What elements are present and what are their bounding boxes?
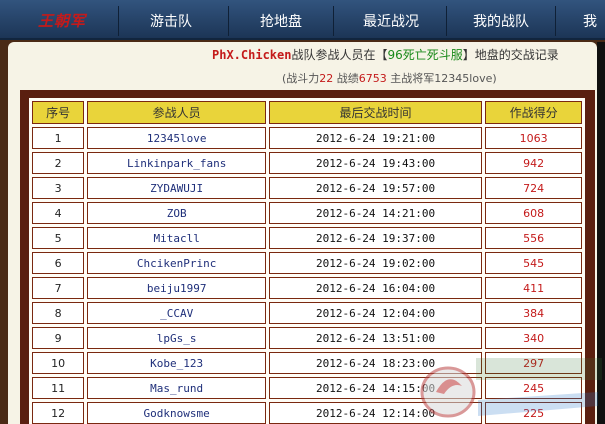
cell-index: 9 xyxy=(32,327,85,349)
team-stats: (战斗力22 战绩6753 主战将军12345love) xyxy=(282,70,497,86)
cell-index: 5 xyxy=(32,227,85,249)
table-row: 3 ZYDAWUJI 2012-6-24 19:57:00 724 xyxy=(32,177,582,199)
site-logo[interactable]: 王朝军 xyxy=(38,10,86,31)
cell-index: 6 xyxy=(32,252,85,274)
nav-separator xyxy=(446,6,447,36)
cell-last-battle-time: 2012-6-24 16:04:00 xyxy=(268,277,483,299)
nav-item-guerrilla[interactable]: 游击队 xyxy=(150,11,192,31)
server-name: 96死亡死斗服 xyxy=(387,48,463,62)
title-end: 】地盘的交战记录 xyxy=(462,48,559,62)
stats-suffix: 主战将军12345love) xyxy=(386,72,497,85)
team-name: PhX.Chicken xyxy=(212,48,292,62)
cell-last-battle-time: 2012-6-24 19:02:00 xyxy=(268,252,483,274)
cell-member-name[interactable]: ZOB xyxy=(87,202,266,224)
table-row: 2 Linkinpark_fans 2012-6-24 19:43:00 942 xyxy=(32,152,582,174)
cell-last-battle-time: 2012-6-24 19:37:00 xyxy=(268,227,483,249)
nav-item-my-team[interactable]: 我的战队 xyxy=(473,11,529,31)
cell-member-name[interactable]: Linkinpark_fans xyxy=(87,152,266,174)
cell-index: 8 xyxy=(32,302,85,324)
cell-member-name[interactable]: Godknowsme xyxy=(87,402,266,424)
cell-member-name[interactable]: ZYDAWUJI xyxy=(87,177,266,199)
nav-separator xyxy=(333,6,334,36)
cell-last-battle-time: 2012-6-24 19:21:00 xyxy=(268,127,483,149)
cell-member-name[interactable]: lpGs_s xyxy=(87,327,266,349)
cell-index: 4 xyxy=(32,202,85,224)
cell-battle-score: 1063 xyxy=(485,127,582,149)
title-middle: 战队参战人员在【 xyxy=(291,48,388,62)
cell-index: 11 xyxy=(32,377,85,399)
cell-index: 1 xyxy=(32,127,85,149)
cell-last-battle-time: 2012-6-24 19:43:00 xyxy=(268,152,483,174)
table-row: 6 ChcikenPrinc 2012-6-24 19:02:00 545 xyxy=(32,252,582,274)
top-nav-bar: 王朝军 游击队 抢地盘 最近战况 我的战队 我 xyxy=(0,0,605,40)
cell-battle-score: 340 xyxy=(485,327,582,349)
header-member: 参战人员 xyxy=(87,101,266,124)
table-row: 8 _CCAV 2012-6-24 12:04:00 384 xyxy=(32,302,582,324)
cell-member-name[interactable]: Kobe_123 xyxy=(87,352,266,374)
cell-battle-score: 545 xyxy=(485,252,582,274)
record-title: PhX.Chicken战队参战人员在【96死亡死斗服】地盘的交战记录 xyxy=(212,46,559,64)
cell-battle-score: 556 xyxy=(485,227,582,249)
team-score-total: 6753 xyxy=(358,72,387,85)
cell-index: 3 xyxy=(32,177,85,199)
cell-member-name[interactable]: Mas_rund xyxy=(87,377,266,399)
nav-separator xyxy=(228,6,229,36)
cell-member-name[interactable]: _CCAV xyxy=(87,302,266,324)
cell-battle-score: 942 xyxy=(485,152,582,174)
cell-battle-score: 608 xyxy=(485,202,582,224)
header-last-battle-time: 最后交战时间 xyxy=(268,101,483,124)
nav-item-me[interactable]: 我 xyxy=(583,11,597,31)
cell-index: 7 xyxy=(32,277,85,299)
stats-prefix: (战斗力 xyxy=(282,72,320,85)
watermark-logo xyxy=(420,358,602,418)
cell-last-battle-time: 2012-6-24 19:57:00 xyxy=(268,177,483,199)
cell-index: 2 xyxy=(32,152,85,174)
table-row: 1 12345love 2012-6-24 19:21:00 1063 xyxy=(32,127,582,149)
nav-item-territory[interactable]: 抢地盘 xyxy=(260,11,302,31)
header-battle-score: 作战得分 xyxy=(485,101,582,124)
cell-battle-score: 411 xyxy=(485,277,582,299)
cell-last-battle-time: 2012-6-24 14:21:00 xyxy=(268,202,483,224)
nav-separator xyxy=(555,6,556,36)
cell-battle-score: 384 xyxy=(485,302,582,324)
cell-member-name[interactable]: 12345love xyxy=(87,127,266,149)
cell-index: 10 xyxy=(32,352,85,374)
cell-last-battle-time: 2012-6-24 12:04:00 xyxy=(268,302,483,324)
table-header-row: 序号 参战人员 最后交战时间 作战得分 xyxy=(32,101,582,124)
table-row: 5 Mitacll 2012-6-24 19:37:00 556 xyxy=(32,227,582,249)
cell-index: 12 xyxy=(32,402,85,424)
header-index: 序号 xyxy=(32,101,85,124)
cell-battle-score: 724 xyxy=(485,177,582,199)
cell-member-name[interactable]: ChcikenPrinc xyxy=(87,252,266,274)
nav-separator xyxy=(118,6,119,36)
table-row: 4 ZOB 2012-6-24 14:21:00 608 xyxy=(32,202,582,224)
cell-member-name[interactable]: Mitacll xyxy=(87,227,266,249)
stats-middle: 战绩 xyxy=(333,72,359,85)
team-power: 22 xyxy=(319,72,334,85)
nav-item-recent-battles[interactable]: 最近战况 xyxy=(363,11,419,31)
table-row: 7 beiju1997 2012-6-24 16:04:00 411 xyxy=(32,277,582,299)
cell-last-battle-time: 2012-6-24 13:51:00 xyxy=(268,327,483,349)
cell-member-name[interactable]: beiju1997 xyxy=(87,277,266,299)
table-row: 9 lpGs_s 2012-6-24 13:51:00 340 xyxy=(32,327,582,349)
